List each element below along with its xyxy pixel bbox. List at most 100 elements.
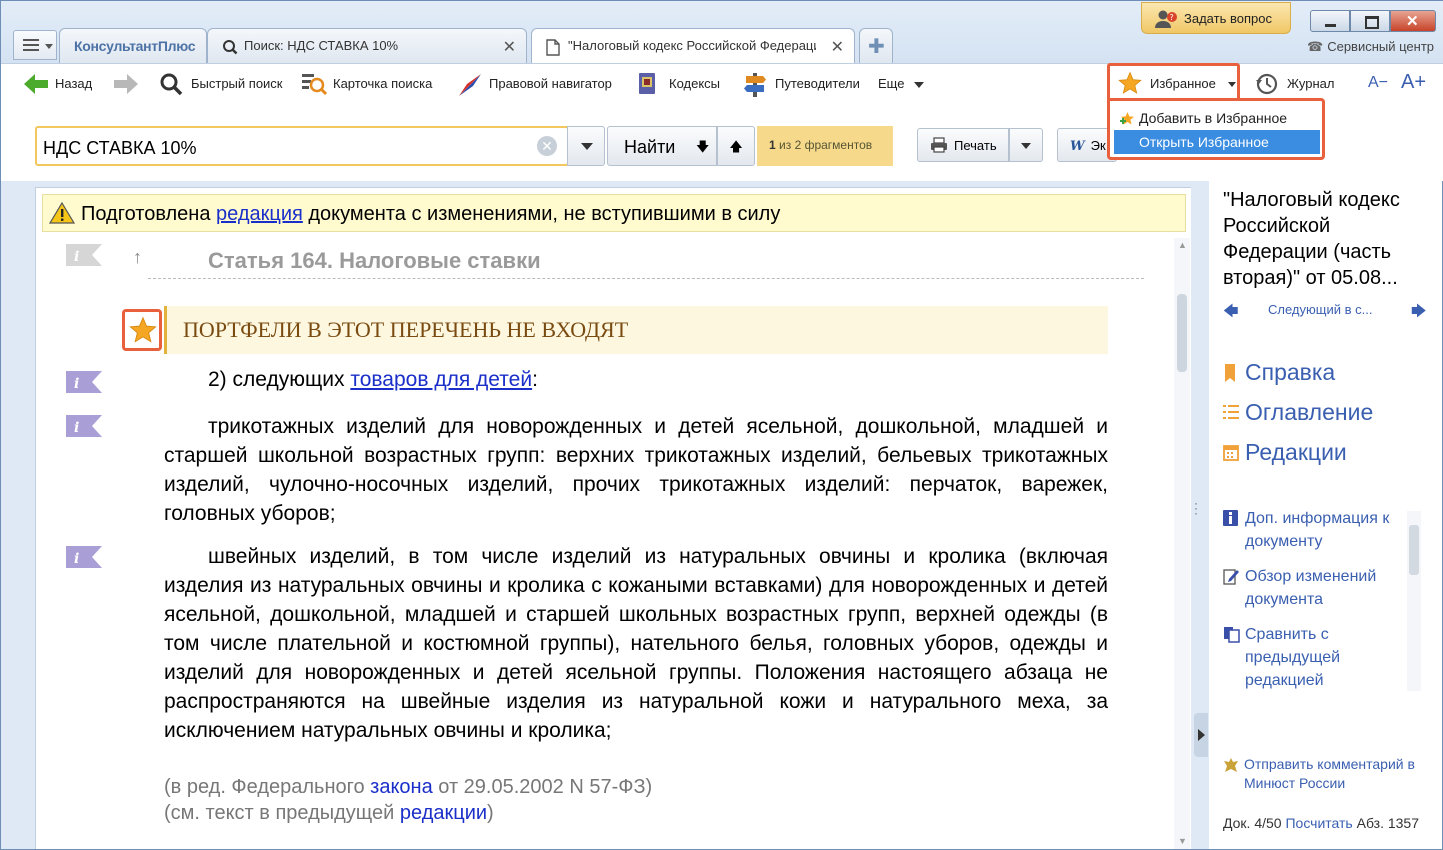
extra-info-link[interactable]: Доп. информация к документу xyxy=(1223,507,1419,553)
minimize-button[interactable] xyxy=(1310,10,1350,32)
bookmark-star-button[interactable] xyxy=(122,309,162,351)
previous-edition-link[interactable]: редакции xyxy=(400,802,487,824)
editions-link[interactable]: Редакции xyxy=(1223,439,1347,466)
next-document-link[interactable]: Следующий в с... xyxy=(1268,302,1372,317)
search-history-dropdown[interactable] xyxy=(567,126,605,166)
arrow-left-icon xyxy=(24,74,48,94)
favorites-menu: Добавить в Избранное Открыть Избранное xyxy=(1107,98,1325,160)
print-options-dropdown[interactable] xyxy=(1009,128,1043,162)
changes-review-link[interactable]: Обзор изменений документа xyxy=(1223,565,1419,611)
info-marker-icon[interactable]: i xyxy=(66,415,102,437)
signpost-icon xyxy=(744,73,766,97)
panel-splitter[interactable]: · · · xyxy=(1191,181,1211,849)
search-input[interactable]: НДС СТАВКА 10% ✕ xyxy=(35,126,569,166)
legal-navigator-button[interactable]: Правовой навигатор xyxy=(457,74,612,96)
notice-edition-link[interactable]: редакция xyxy=(216,203,303,225)
tab-document[interactable]: "Налоговый кодекс Российской Федерации" … xyxy=(531,28,855,64)
previous-edition-note: (см. текст в предыдущей редакции) xyxy=(164,802,494,825)
arrow-right-icon[interactable]: 🡆 xyxy=(1411,301,1427,326)
brand-logo-text: КонсультантПлюс xyxy=(74,38,196,54)
main-menu-button[interactable] xyxy=(13,30,57,60)
info-marker-icon[interactable]: i xyxy=(66,546,102,568)
search-card-button[interactable]: Карточка поиска xyxy=(301,74,432,96)
help-link[interactable]: Справка xyxy=(1223,359,1335,386)
find-button[interactable]: Найти 🡇 xyxy=(607,126,717,166)
svg-text:i: i xyxy=(74,420,79,436)
add-to-favorites-label: Добавить в Избранное xyxy=(1139,110,1288,126)
send-comment-link[interactable]: Отправить комментарий в Минюст России xyxy=(1223,755,1433,793)
edition-notice: Подготовлена редакция документа с измене… xyxy=(42,194,1186,232)
fragment-total: из 2 фрагментов xyxy=(779,138,873,152)
quick-search-button[interactable]: Быстрый поиск xyxy=(159,73,283,96)
collapse-panel-button[interactable] xyxy=(1194,713,1208,757)
note1-pre: (в ред. Федерального xyxy=(164,776,371,798)
close-icon[interactable]: ✕ xyxy=(831,37,844,57)
guides-button[interactable]: Путеводители xyxy=(743,73,860,97)
more-button[interactable]: Еще xyxy=(878,76,925,91)
ask-question-button[interactable]: ? Задать вопрос xyxy=(1141,2,1291,34)
ask-question-label: Задать вопрос xyxy=(1184,11,1272,26)
scroll-down-icon[interactable]: ▼ xyxy=(1178,836,1187,846)
print-button[interactable]: Печать xyxy=(917,128,1009,162)
codes-button[interactable]: Кодексы xyxy=(637,73,720,94)
tab-bar: КонсультантПлюс Поиск: НДС СТАВКА 10% ✕ … xyxy=(1,1,1443,64)
open-favorites-item[interactable]: Открыть Избранное xyxy=(1114,130,1320,154)
close-icon[interactable]: ✕ xyxy=(503,37,516,57)
add-to-favorites-item[interactable]: Добавить в Избранное xyxy=(1114,106,1320,130)
export-word-label: Эк xyxy=(1090,138,1106,153)
compare-editions-label: Сравнить с предыдущей редакцией xyxy=(1245,626,1341,689)
status-doc-position: Док. 4/50 xyxy=(1223,815,1286,831)
help-label: Справка xyxy=(1245,359,1336,385)
compare-editions-link[interactable]: Сравнить с предыдущей редакцией xyxy=(1223,623,1419,692)
font-larger-button[interactable]: A+ xyxy=(1401,71,1426,94)
info-marker-icon[interactable]: i xyxy=(66,244,102,266)
send-comment-label: Отправить комментарий в Минюст России xyxy=(1244,756,1415,791)
emblem-icon xyxy=(1224,758,1238,772)
bookmark-note[interactable]: ПОРТФЕЛИ В ЭТОТ ПЕРЕЧЕНЬ НЕ ВХОДЯТ xyxy=(164,306,1108,354)
arrow-left-icon[interactable]: 🡄 xyxy=(1223,301,1239,326)
children-goods-link[interactable]: товаров для детей xyxy=(350,368,532,391)
favorites-button[interactable]: Избранное xyxy=(1107,63,1240,101)
drag-handle-icon[interactable]: · · · xyxy=(1194,497,1198,519)
paragraph: швейных изделий, в том числе изделий из … xyxy=(164,542,1108,745)
font-smaller-button[interactable]: A− xyxy=(1368,74,1388,92)
article-title[interactable]: Статья 164. Налоговые ставки xyxy=(208,248,541,274)
chevron-down-icon xyxy=(1228,82,1236,87)
service-center-link[interactable]: ☎ Сервисный центр xyxy=(1307,39,1434,55)
journal-button[interactable]: Журнал xyxy=(1255,73,1334,95)
arrow-up-icon: 🡅 xyxy=(729,139,743,154)
document-pane[interactable]: Подготовлена редакция документа с измене… xyxy=(35,187,1195,849)
arrow-right-icon xyxy=(114,74,138,94)
codes-book-icon xyxy=(639,73,655,94)
warning-icon xyxy=(49,202,75,224)
scroll-up-icon[interactable]: ▲ xyxy=(1178,240,1187,250)
font-larger-label: A+ xyxy=(1401,71,1427,93)
window-close-button[interactable] xyxy=(1390,10,1436,32)
find-label: Найти xyxy=(624,137,676,157)
printer-icon xyxy=(931,137,947,153)
contents-label: Оглавление xyxy=(1245,399,1374,425)
back-button[interactable]: Назад xyxy=(23,74,92,94)
menu-icon xyxy=(23,39,39,51)
edit-document-icon xyxy=(1223,569,1239,585)
tab-search[interactable]: Поиск: НДС СТАВКА 10% ✕ xyxy=(207,28,527,63)
side-scrollbar[interactable] xyxy=(1407,511,1421,691)
count-link[interactable]: Посчитать xyxy=(1285,815,1352,831)
star-icon xyxy=(1118,71,1142,94)
document-scrollbar[interactable]: ▲ ▼ xyxy=(1174,238,1190,849)
scrollbar-thumb[interactable] xyxy=(1409,525,1419,575)
magnifier-icon xyxy=(160,73,183,96)
chevron-down-icon xyxy=(45,44,53,49)
new-tab-button[interactable]: ✚ xyxy=(859,28,893,63)
info-marker-icon[interactable]: i xyxy=(66,371,102,393)
font-smaller-label: A− xyxy=(1368,74,1389,91)
law-link[interactable]: закона xyxy=(370,776,433,798)
scrollbar-thumb[interactable] xyxy=(1177,294,1187,372)
fragment-current: 1 xyxy=(769,138,776,152)
find-previous-button[interactable]: 🡅 xyxy=(717,126,755,166)
go-up-icon[interactable]: ↑ xyxy=(133,247,142,268)
contents-link[interactable]: Оглавление xyxy=(1223,399,1373,426)
clear-icon[interactable]: ✕ xyxy=(537,136,557,156)
maximize-button[interactable] xyxy=(1350,10,1390,32)
tab-brand[interactable]: КонсультантПлюс xyxy=(59,28,207,63)
